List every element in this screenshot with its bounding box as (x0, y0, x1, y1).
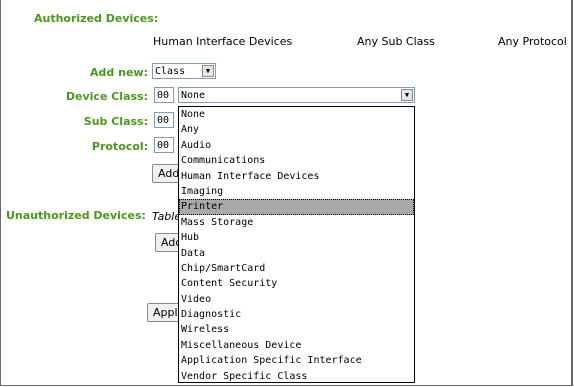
dropdown-option[interactable]: Wireless (179, 322, 414, 337)
device-class-select[interactable]: None ▼ (178, 87, 415, 103)
authorized-subclass-cell: Any Sub Class (357, 35, 435, 48)
add-new-value: Class (155, 66, 186, 77)
dropdown-option[interactable]: Audio (179, 138, 414, 153)
unauthorized-table-placeholder: Table (152, 210, 182, 223)
dropdown-option[interactable]: Chip/SmartCard (179, 261, 414, 276)
device-class-dropdown-list[interactable]: None Any Audio Communications Human Interfac… (178, 106, 415, 383)
device-class-code-input[interactable]: 00 (154, 87, 174, 103)
protocol-code-input[interactable]: 00 (154, 137, 174, 153)
dropdown-option[interactable]: Application Specific Interface (179, 353, 414, 368)
protocol-label: Protocol: (91, 140, 148, 153)
dropdown-option[interactable]: Video (179, 292, 414, 307)
dropdown-option[interactable]: Human Interface Devices (179, 169, 414, 184)
dropdown-option[interactable]: Imaging (179, 184, 414, 199)
authorized-protocol-cell: Any Protocol (498, 35, 567, 48)
add-new-select[interactable]: Class ▼ (152, 63, 216, 79)
dropdown-option[interactable]: Diagnostic (179, 307, 414, 322)
unauthorized-devices-title: Unauthorized Devices: (6, 209, 146, 222)
sub-class-code-input[interactable]: 00 (154, 112, 174, 128)
dropdown-option[interactable]: None (179, 107, 414, 122)
authorized-devices-title: Authorized Devices: (34, 12, 159, 25)
dropdown-option[interactable]: Content Security (179, 276, 414, 291)
dropdown-option[interactable]: Hub (179, 230, 414, 245)
device-class-label: Device Class: (65, 90, 148, 103)
chevron-down-icon: ▼ (401, 89, 413, 101)
dropdown-option[interactable]: Mass Storage (179, 215, 414, 230)
dropdown-option[interactable]: Printer (179, 199, 414, 215)
dropdown-option[interactable]: Data (179, 246, 414, 261)
device-class-value: None (181, 90, 206, 101)
chevron-down-icon: ▼ (202, 65, 214, 77)
sub-class-label: Sub Class: (83, 115, 148, 128)
dropdown-option[interactable]: Communications (179, 153, 414, 168)
dropdown-option[interactable]: Vendor Specific Class (179, 369, 414, 384)
dropdown-option[interactable]: Any (179, 122, 414, 137)
add-new-label: Add new: (90, 66, 148, 79)
authorized-class-cell: Human Interface Devices (153, 35, 293, 48)
dropdown-option[interactable]: Miscellaneous Device (179, 338, 414, 353)
